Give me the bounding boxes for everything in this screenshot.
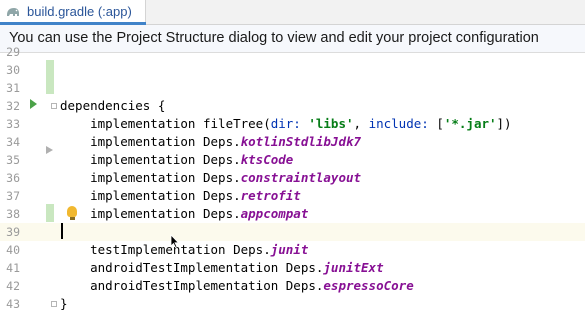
tab-build-gradle-app[interactable]: build.gradle (:app): [0, 0, 146, 25]
code-text: androidTestImplementation Deps.espressoC…: [60, 277, 414, 295]
code-line[interactable]: 33 implementation fileTree(dir: 'libs', …: [0, 115, 585, 133]
code-token: implementation Deps.: [60, 170, 241, 185]
code-line[interactable]: 35 implementation Deps.ktsCode: [0, 151, 585, 169]
code-line[interactable]: 40 testImplementation Deps.junit: [0, 241, 585, 259]
code-line[interactable]: 32 dependencies {: [0, 97, 585, 115]
editor-tab-bar: build.gradle (:app): [0, 0, 585, 25]
line-number: 41: [6, 261, 20, 275]
code-token: 'libs': [308, 116, 354, 131]
code-token: '*.jar': [443, 116, 497, 131]
code-text: implementation Deps.kotlinStdlibJdk7: [60, 133, 361, 151]
code-token: implementation Deps.: [60, 188, 241, 203]
gradle-elephant-icon: [7, 8, 19, 16]
code-token: ,: [353, 116, 369, 131]
code-line[interactable]: 39: [0, 223, 585, 241]
code-text: implementation fileTree(dir: 'libs', inc…: [60, 115, 512, 133]
mouse-pointer-icon: [170, 234, 180, 248]
code-line[interactable]: 37 implementation Deps.retrofit: [0, 187, 585, 205]
vcs-change-marker[interactable]: [46, 204, 54, 222]
code-line[interactable]: 41 androidTestImplementation Deps.junitE…: [0, 259, 585, 277]
fold-marker-icon[interactable]: [51, 301, 57, 307]
vcs-change-marker[interactable]: [46, 60, 54, 94]
code-line[interactable]: [0, 313, 585, 331]
breakpoint-arrow-icon: [46, 146, 53, 154]
line-number: 33: [6, 117, 20, 131]
tab-title: build.gradle (:app): [27, 4, 132, 19]
code-token: [: [436, 116, 444, 131]
code-text: implementation Deps.constraintlayout: [60, 169, 361, 187]
code-text: implementation Deps.retrofit: [60, 187, 301, 205]
code-line[interactable]: 29: [0, 43, 585, 61]
code-token: include:: [368, 116, 437, 131]
code-token: implementation Deps.: [60, 152, 241, 167]
code-token: implementation fileTree(: [60, 116, 271, 131]
code-token: androidTestImplementation Deps.: [60, 260, 324, 275]
code-line[interactable]: 30: [0, 61, 585, 79]
code-token: espressoCore: [323, 278, 414, 293]
line-number: 42: [6, 279, 20, 293]
code-token: androidTestImplementation Deps.: [60, 278, 324, 293]
code-text: implementation Deps.appcompat: [60, 205, 308, 223]
line-number: 39: [6, 225, 20, 239]
line-number: 35: [6, 153, 20, 167]
code-line[interactable]: 34 implementation Deps.kotlinStdlibJdk7: [0, 133, 585, 151]
code-token: retrofit: [240, 188, 301, 203]
code-token: constraintlayout: [240, 170, 362, 185]
code-text: testImplementation Deps.junit: [60, 241, 308, 259]
code-token: junit: [270, 242, 309, 257]
line-number: 40: [6, 243, 20, 257]
line-number: 30: [6, 63, 20, 77]
code-line[interactable]: 36 implementation Deps.constraintlayout: [0, 169, 585, 187]
code-token: dependencies {: [60, 98, 166, 113]
line-number: 31: [6, 81, 20, 95]
line-number: 37: [6, 189, 20, 203]
code-token: ]): [496, 116, 512, 131]
code-line[interactable]: 43}: [0, 295, 585, 313]
code-token: junitExt: [323, 260, 384, 275]
code-token: appcompat: [240, 206, 309, 221]
code-token: testImplementation Deps.: [60, 242, 271, 257]
code-token: }: [60, 296, 68, 311]
intention-bulb-base: [70, 217, 75, 220]
line-number: 38: [6, 207, 20, 221]
code-line[interactable]: 38 implementation Deps.appcompat: [0, 205, 585, 223]
code-token: dir:: [270, 116, 309, 131]
code-line[interactable]: 42 androidTestImplementation Deps.espres…: [0, 277, 585, 295]
text-caret: [61, 223, 63, 239]
code-token: ktsCode: [240, 152, 294, 167]
code-text: dependencies {: [60, 97, 165, 115]
run-gutter-icon[interactable]: [30, 99, 37, 109]
line-number: 34: [6, 135, 20, 149]
code-token: implementation Deps.: [60, 134, 241, 149]
code-token: implementation Deps.: [60, 206, 241, 221]
code-line[interactable]: 31: [0, 79, 585, 97]
fold-marker-icon[interactable]: [51, 103, 57, 109]
code-text: }: [60, 295, 68, 313]
code-token: kotlinStdlibJdk7: [240, 134, 362, 149]
code-text: androidTestImplementation Deps.junitExt: [60, 259, 384, 277]
line-number: 36: [6, 171, 20, 185]
line-number: 32: [6, 99, 20, 113]
intention-bulb-icon[interactable]: [67, 206, 77, 217]
line-number: 29: [6, 45, 20, 59]
line-number: 43: [6, 297, 20, 311]
code-text: implementation Deps.ktsCode: [60, 151, 293, 169]
